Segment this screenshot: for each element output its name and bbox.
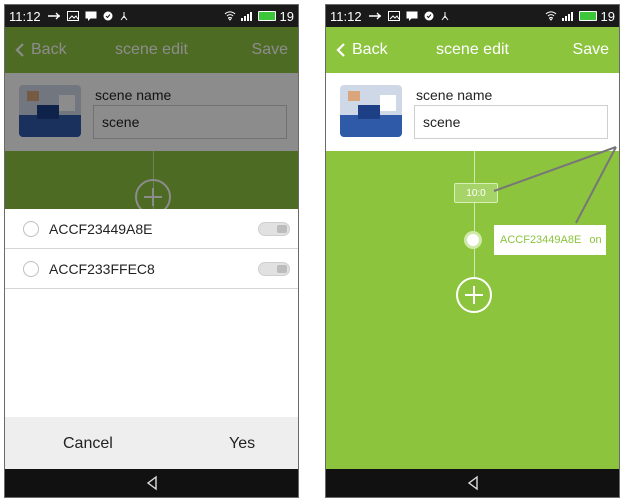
battery-level: 19 bbox=[600, 8, 615, 24]
device-name: ACCF233FFEC8 bbox=[49, 260, 155, 277]
annotation-lines bbox=[493, 146, 617, 224]
message-icon bbox=[406, 11, 418, 21]
device-list: ACCF23449A8E ACCF233FFEC8 bbox=[5, 209, 298, 417]
radio-button[interactable] bbox=[23, 260, 39, 277]
scene-name-label: scene name bbox=[416, 87, 493, 103]
back-label: Back bbox=[352, 41, 388, 58]
device-name: ACCF23449A8E bbox=[49, 220, 153, 237]
status-time: 11:12 bbox=[330, 8, 362, 24]
radio-button[interactable] bbox=[23, 220, 39, 237]
check-icon bbox=[103, 11, 113, 21]
add-icon[interactable] bbox=[456, 277, 492, 313]
back-nav-icon[interactable] bbox=[144, 475, 160, 491]
device-row[interactable]: ACCF23449A8E bbox=[5, 209, 298, 249]
message-icon bbox=[85, 11, 97, 21]
battery-icon bbox=[257, 11, 276, 21]
wifi-icon bbox=[224, 11, 235, 21]
yes-button[interactable]: Yes bbox=[229, 435, 255, 453]
cancel-button[interactable]: Cancel bbox=[63, 435, 113, 453]
back-nav-icon[interactable] bbox=[465, 475, 481, 491]
nav-bar bbox=[5, 469, 298, 497]
left-phone-screen: 11:12 19 Back scene edit Save scene name… bbox=[4, 4, 299, 498]
image-icon bbox=[66, 11, 79, 21]
toggle-switch[interactable] bbox=[258, 261, 290, 276]
wifi-icon bbox=[545, 11, 556, 21]
battery-icon bbox=[578, 11, 597, 21]
status-time: 11:12 bbox=[9, 8, 41, 24]
status-bar: 11:12 19 bbox=[326, 5, 619, 27]
person-icon bbox=[120, 12, 127, 21]
check-icon bbox=[424, 11, 434, 21]
dim-overlay bbox=[5, 27, 298, 209]
image-icon bbox=[387, 11, 400, 21]
timeline-area: 10:0 ACCF23449A8E on bbox=[326, 146, 619, 475]
right-phone-screen: 11:12 19 Back scene edit Save scene name… bbox=[325, 4, 620, 498]
back-button[interactable]: Back bbox=[336, 41, 388, 59]
toggle-switch[interactable] bbox=[258, 221, 290, 236]
save-button[interactable]: Save bbox=[573, 41, 609, 59]
dialog-actions: Cancel Yes bbox=[5, 417, 298, 471]
nav-bar bbox=[326, 469, 619, 497]
title-bar: Back scene edit Save bbox=[326, 27, 619, 73]
device-row[interactable]: ACCF233FFEC8 bbox=[5, 249, 298, 289]
usb-icon bbox=[368, 12, 381, 20]
chevron-left-icon bbox=[336, 43, 345, 57]
signal-icon bbox=[561, 12, 573, 21]
person-icon bbox=[441, 12, 448, 21]
signal-icon bbox=[240, 12, 252, 21]
battery-level: 19 bbox=[279, 8, 294, 24]
status-bar: 11:12 19 bbox=[5, 5, 298, 27]
usb-icon bbox=[47, 12, 60, 20]
